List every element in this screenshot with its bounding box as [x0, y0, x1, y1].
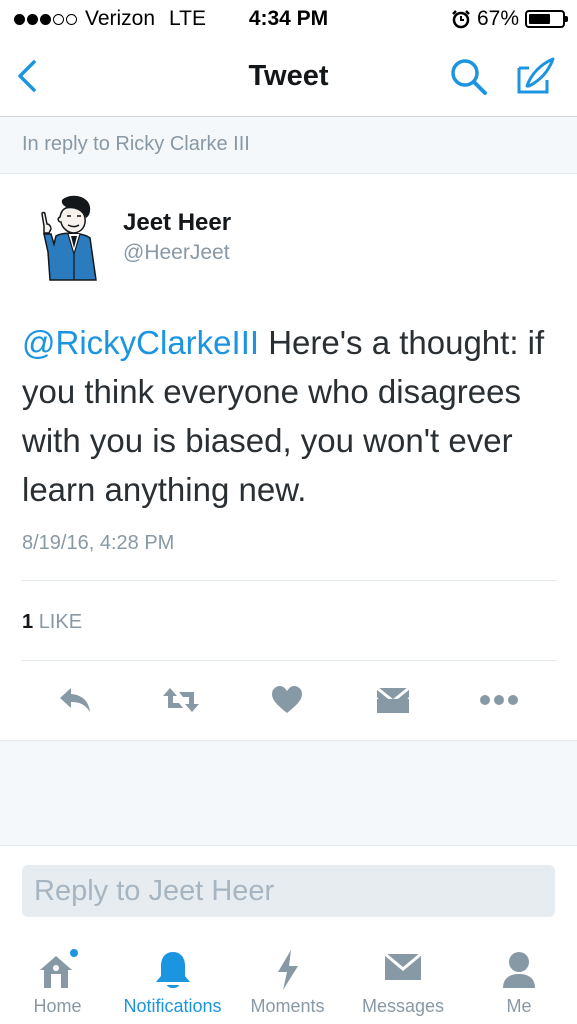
- likes-count[interactable]: 1 LIKE: [22, 611, 82, 634]
- direct-message-button[interactable]: [368, 678, 418, 722]
- tab-label: Home: [33, 996, 82, 1016]
- alarm-icon: [452, 10, 470, 29]
- tab-label: Messages: [361, 996, 445, 1016]
- reply-context-text: In reply to Ricky Clarke III: [22, 133, 250, 155]
- retweet-button[interactable]: [156, 678, 206, 722]
- author-handle[interactable]: @HeerJeet: [123, 241, 230, 265]
- divider: [22, 660, 556, 661]
- reply-button[interactable]: [50, 678, 100, 722]
- avatar[interactable]: [34, 192, 110, 284]
- compose-tweet-icon[interactable]: [513, 54, 559, 98]
- search-icon[interactable]: [446, 56, 492, 98]
- navigation-bar: Tweet: [0, 38, 577, 117]
- tab-messages[interactable]: Messages: [345, 940, 461, 1024]
- reply-icon: [60, 688, 90, 712]
- envelope-icon: [384, 952, 422, 980]
- lightning-icon: [277, 950, 298, 990]
- tweet-actions: [0, 674, 577, 724]
- notification-badge: [69, 949, 78, 957]
- replies-area: [0, 740, 577, 846]
- tweet-timestamp: 8/19/16, 4:28 PM: [22, 532, 175, 554]
- tab-label: Notifications: [123, 996, 222, 1016]
- tab-moments[interactable]: Moments: [230, 940, 345, 1024]
- status-bar: Verizon LTE 4:34 PM 67%: [0, 0, 577, 38]
- reply-input[interactable]: [22, 865, 555, 917]
- home-icon: [39, 949, 78, 988]
- status-right: 67%: [451, 7, 568, 31]
- bell-icon: [155, 952, 190, 988]
- like-button[interactable]: [262, 678, 312, 722]
- tab-bar: Home Notifications Moments Messages Me: [0, 940, 577, 1024]
- tab-notifications[interactable]: Notifications: [115, 940, 230, 1024]
- mention-link[interactable]: @RickyClarkeIII: [22, 324, 259, 361]
- battery-level: [529, 14, 551, 24]
- tab-label: Me: [506, 996, 532, 1016]
- tab-me[interactable]: Me: [461, 940, 577, 1024]
- heart-icon: [272, 686, 302, 713]
- more-icon: [480, 695, 518, 705]
- direct-message-icon: [376, 686, 410, 713]
- author-name[interactable]: Jeet Heer: [123, 209, 231, 237]
- like-count-label: LIKE: [38, 611, 83, 633]
- tab-label: Moments: [250, 996, 325, 1016]
- tab-home[interactable]: Home: [0, 940, 115, 1024]
- battery-percent: 67%: [476, 7, 519, 30]
- more-button[interactable]: [474, 678, 524, 722]
- like-count-number: 1: [22, 611, 34, 633]
- retweet-icon: [163, 688, 199, 712]
- reply-context-bar[interactable]: In reply to Ricky Clarke III: [0, 117, 577, 174]
- battery-icon: [525, 10, 568, 28]
- person-icon: [503, 952, 535, 988]
- tweet-text: @RickyClarkeIII Here's a thought: if you…: [22, 318, 562, 514]
- divider: [22, 580, 556, 581]
